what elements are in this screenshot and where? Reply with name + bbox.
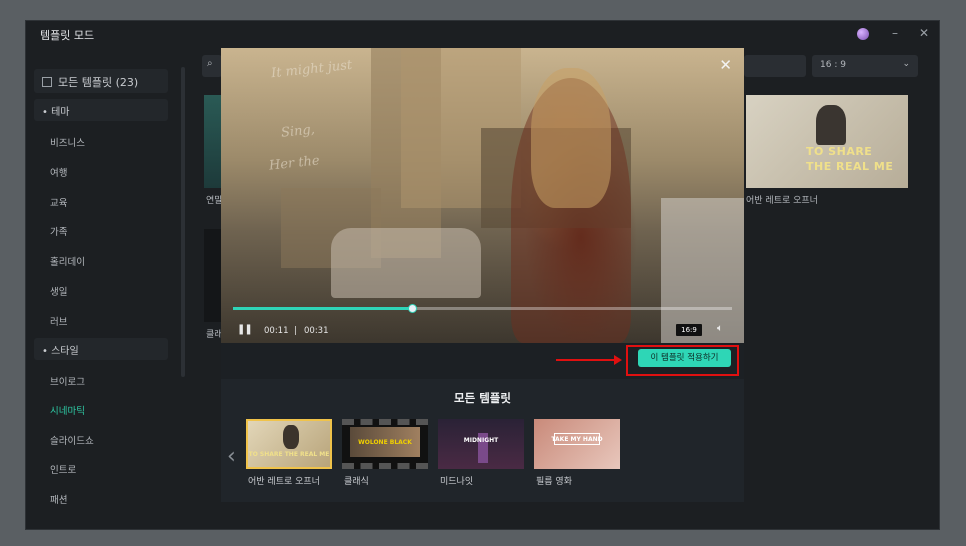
template-preview-modal: It might just Sing, Her the ✕ ❚❚ 00:11 |… — [221, 48, 744, 502]
sidebar-item-travel[interactable]: 여행 — [50, 165, 67, 179]
sidebar-item-birthday[interactable]: 생일 — [50, 284, 67, 298]
sidebar-all-label: 모든 템플릿 (23) — [58, 76, 139, 89]
minimize-button[interactable]: – — [892, 26, 898, 40]
sidebar-item-intro[interactable]: 인트로 — [50, 462, 76, 476]
sidebar-item-holiday[interactable]: 홀리데이 — [50, 254, 85, 268]
handwritten-text: It might just — [270, 57, 353, 82]
aspect-ratio-value: 16 : 9 — [820, 60, 846, 70]
thumb-text-line: TO SHARE — [806, 145, 873, 158]
pause-icon[interactable]: ❚❚ — [237, 324, 253, 335]
card-thumbnail: TAKE MY HAND — [534, 419, 620, 469]
card-thumbnail: WOLONE BLACK — [342, 419, 428, 469]
total-duration: 00:31 — [304, 326, 329, 336]
search-icon: ⌕ — [207, 58, 213, 69]
sidebar-item-vlog[interactable]: 브이로그 — [50, 374, 85, 388]
user-avatar[interactable] — [857, 28, 869, 40]
sidebar-item-education[interactable]: 교육 — [50, 195, 67, 209]
time-separator: | — [294, 326, 297, 336]
template-thumbnail-urban-retro[interactable]: TO SHARE THE REAL ME — [746, 95, 908, 188]
grid-icon — [42, 77, 52, 87]
card-label: 필름 영화 — [536, 477, 572, 487]
close-window-button[interactable]: ✕ — [919, 26, 929, 40]
titlebar: 템플릿 모드 – ✕ — [26, 21, 939, 47]
card-thumb-text: MIDNIGHT — [463, 437, 499, 444]
hair-shape — [531, 68, 611, 208]
sidebar-item-slideshow[interactable]: 슬라이드쇼 — [50, 433, 94, 447]
search-input[interactable] — [744, 55, 806, 77]
sidebar-item-love[interactable]: 러브 — [50, 314, 67, 328]
sidebar-section-style[interactable]: • 스타일 — [34, 338, 168, 360]
aspect-ratio-badge: 16:9 — [676, 324, 702, 336]
card-thumbnail: TO SHARE THE REAL ME — [246, 419, 332, 469]
thumb-text-line: THE REAL ME — [806, 160, 894, 173]
car-shape — [331, 228, 481, 298]
close-preview-button[interactable]: ✕ — [719, 56, 732, 74]
car-shape — [661, 198, 744, 343]
sidebar-item-cinematic[interactable]: 시네마틱 — [50, 403, 85, 417]
category-sidebar: 모든 템플릿 (23) • 테마 비즈니스 여행 교육 가족 홀리데이 생일 러… — [26, 61, 186, 531]
card-label: 어반 레트로 오프너 — [248, 477, 320, 487]
figure-silhouette — [816, 105, 846, 145]
card-thumb-text: TO SHARE THE REAL ME — [248, 451, 330, 458]
sidebar-item-family[interactable]: 가족 — [50, 224, 67, 238]
sidebar-item-business[interactable]: 비즈니스 — [50, 135, 85, 149]
sidebar-item-all-templates[interactable]: 모든 템플릿 (23) — [34, 69, 168, 93]
card-thumb-text: TAKE MY HAND — [551, 436, 603, 443]
template-card-film[interactable]: TAKE MY HAND 필름 영화 — [534, 419, 620, 487]
window-title: 템플릿 모드 — [40, 29, 95, 42]
chevron-down-icon: ⌄ — [902, 59, 910, 69]
sidebar-scrollbar[interactable] — [181, 67, 185, 377]
card-label: 미드나잇 — [440, 477, 474, 487]
sidebar-item-fashion[interactable]: 패션 — [50, 492, 67, 506]
template-label: 어반 레트로 오프너 — [746, 196, 818, 206]
section-label: 테마 — [51, 107, 70, 118]
annotation-arrow — [556, 355, 622, 365]
figure-silhouette — [283, 425, 299, 449]
progress-fill — [233, 307, 413, 310]
video-preview[interactable]: It might just Sing, Her the ✕ ❚❚ 00:11 |… — [221, 48, 744, 343]
chevron-left-icon[interactable]: ‹ — [227, 444, 236, 469]
template-card-urban-retro[interactable]: TO SHARE THE REAL ME 어반 레트로 오프너 — [246, 419, 332, 487]
handwritten-text: Her the — [268, 153, 321, 174]
template-card-classic[interactable]: WOLONE BLACK 클래식 — [342, 419, 428, 487]
carousel-title: 모든 템플릿 — [454, 391, 511, 405]
card-thumb-text: WOLONE BLACK — [358, 439, 412, 446]
bullet-icon: • — [42, 107, 48, 118]
volume-icon[interactable]: 🔈︎ — [717, 323, 723, 334]
search-button[interactable]: ⌕ — [202, 55, 222, 77]
sidebar-section-theme[interactable]: • 테마 — [34, 99, 168, 121]
apply-template-button[interactable]: 이 템플릿 적용하기 — [638, 349, 731, 367]
handwritten-text: Sing, — [280, 122, 316, 141]
template-card-midnight[interactable]: MIDNIGHT 미드나잇 — [438, 419, 524, 487]
playback-progress-bar[interactable] — [233, 304, 732, 313]
current-time: 00:11 — [264, 326, 289, 336]
aspect-ratio-select[interactable]: 16 : 9 ⌄ — [812, 55, 918, 77]
section-label: 스타일 — [51, 346, 79, 357]
card-label: 클래식 — [344, 477, 369, 487]
template-carousel: 모든 템플릿 ‹ TO SHARE THE REAL ME 어반 레트로 오프너… — [221, 379, 744, 502]
apply-row: 이 템플릿 적용하기 — [221, 343, 744, 379]
progress-handle[interactable] — [407, 304, 417, 313]
card-thumbnail: MIDNIGHT — [438, 419, 524, 469]
bullet-icon: • — [42, 346, 48, 357]
